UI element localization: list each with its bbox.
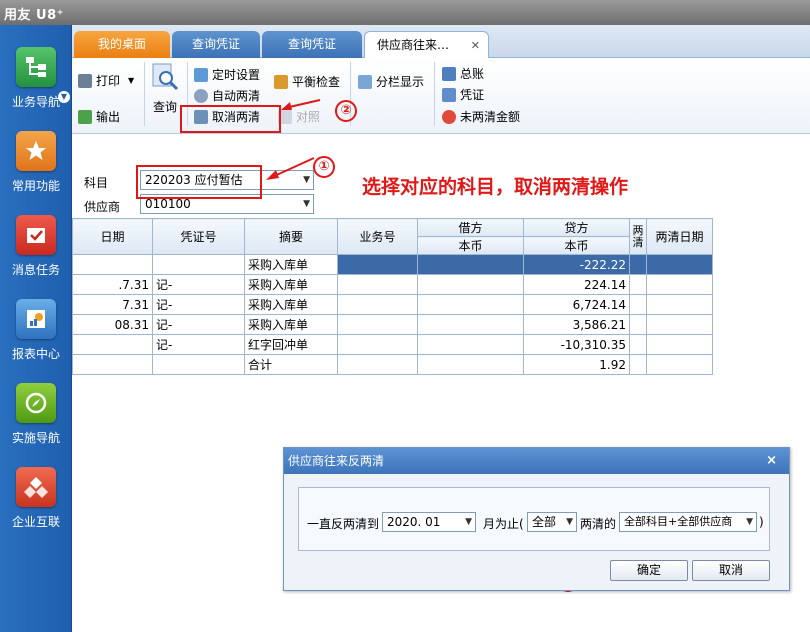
chevron-down-icon[interactable]: ▼ [746, 513, 753, 531]
dialog-text-close-paren: ) [759, 515, 764, 529]
period-select[interactable]: 2020. 01 ▼ [382, 512, 476, 532]
step-marker-1: ① [313, 156, 335, 178]
chevron-down-icon[interactable]: ▼ [465, 513, 472, 531]
dialog-title: 供应商往来反两清 [288, 454, 385, 468]
range-value: 全部科目+全部供应商 [624, 515, 733, 528]
cancel-button[interactable]: 取消 [692, 560, 770, 581]
step-marker-2: ② [335, 100, 357, 122]
close-icon[interactable]: × [766, 448, 777, 474]
dialog-text-until: 一直反两清到 [307, 517, 380, 531]
chevron-down-icon[interactable]: ▼ [566, 513, 573, 531]
range-select[interactable]: 全部科目+全部供应商 ▼ [619, 512, 757, 532]
scope-value: 全部 [532, 515, 557, 529]
reverse-clear-dialog: 供应商往来反两清 × 一直反两清到 2020. 01 ▼ 月为止( 全部 ▼ 两… [283, 447, 790, 591]
dialog-text-cleared: 两清的 [580, 517, 617, 531]
arrow-head-1 [266, 170, 279, 180]
arrow-head-2 [281, 102, 292, 110]
dialog-options-panel: 一直反两清到 2020. 01 ▼ 月为止( 全部 ▼ 两清的 全部科目+全部供… [298, 487, 770, 551]
period-value: 2020. 01 [387, 515, 441, 529]
scope-select[interactable]: 全部 ▼ [527, 512, 577, 532]
dialog-titlebar: 供应商往来反两清 × [284, 448, 789, 474]
dialog-text-month: 月为止( [483, 517, 524, 531]
ok-button[interactable]: 确定 [610, 560, 688, 581]
instruction-text: 选择对应的科目，取消两清操作 [362, 176, 629, 198]
